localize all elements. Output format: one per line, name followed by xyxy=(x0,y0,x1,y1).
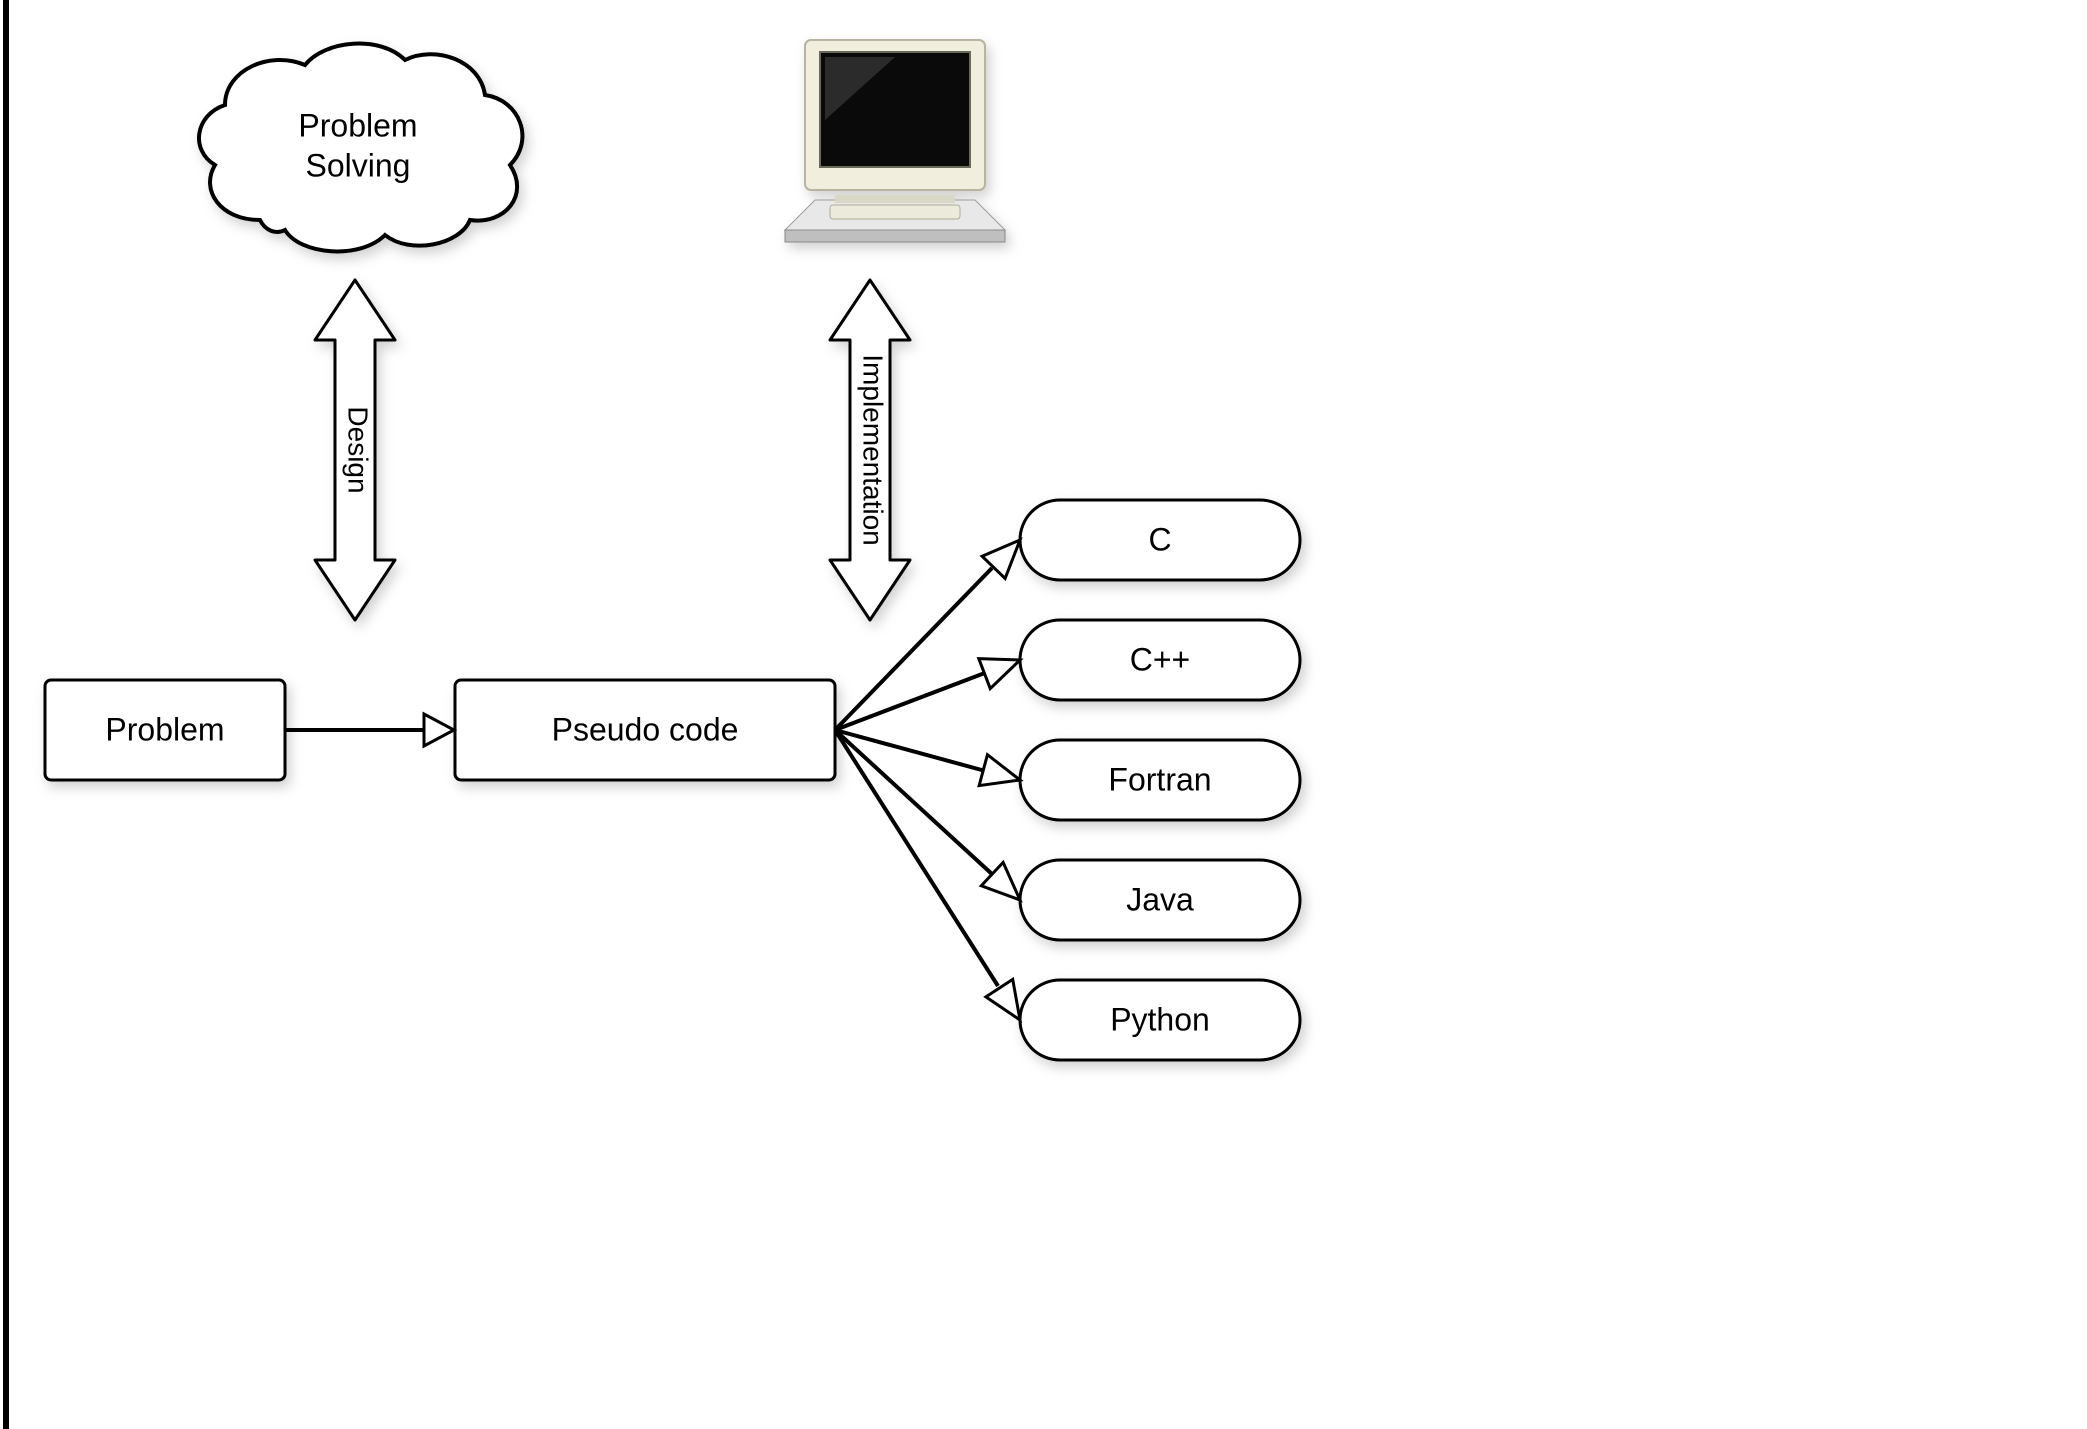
node-problem-label: Problem xyxy=(105,711,224,747)
lang-python-label: Python xyxy=(1110,1001,1210,1037)
lang-cpp-label: C++ xyxy=(1130,641,1190,677)
arrow-problem-to-pseudo xyxy=(285,714,454,746)
lang-c-label: C xyxy=(1148,521,1171,557)
computer-icon xyxy=(785,40,1005,242)
lang-java-label: Java xyxy=(1126,881,1194,917)
arrow-pseudo-to-fortran xyxy=(835,730,1024,795)
node-pseudo-code-label: Pseudo code xyxy=(552,711,739,747)
cloud-text-line2: Solving xyxy=(306,147,411,183)
design-label: Design xyxy=(343,406,374,493)
arrow-pseudo-to-cpp xyxy=(835,645,1026,730)
lang-fortran-label: Fortran xyxy=(1108,761,1211,797)
cloud-text-line1: Problem xyxy=(298,107,417,143)
diagram-canvas: Problem Solving Design Implementation Pr… xyxy=(0,0,2087,1429)
implementation-label: Implementation xyxy=(858,354,889,545)
